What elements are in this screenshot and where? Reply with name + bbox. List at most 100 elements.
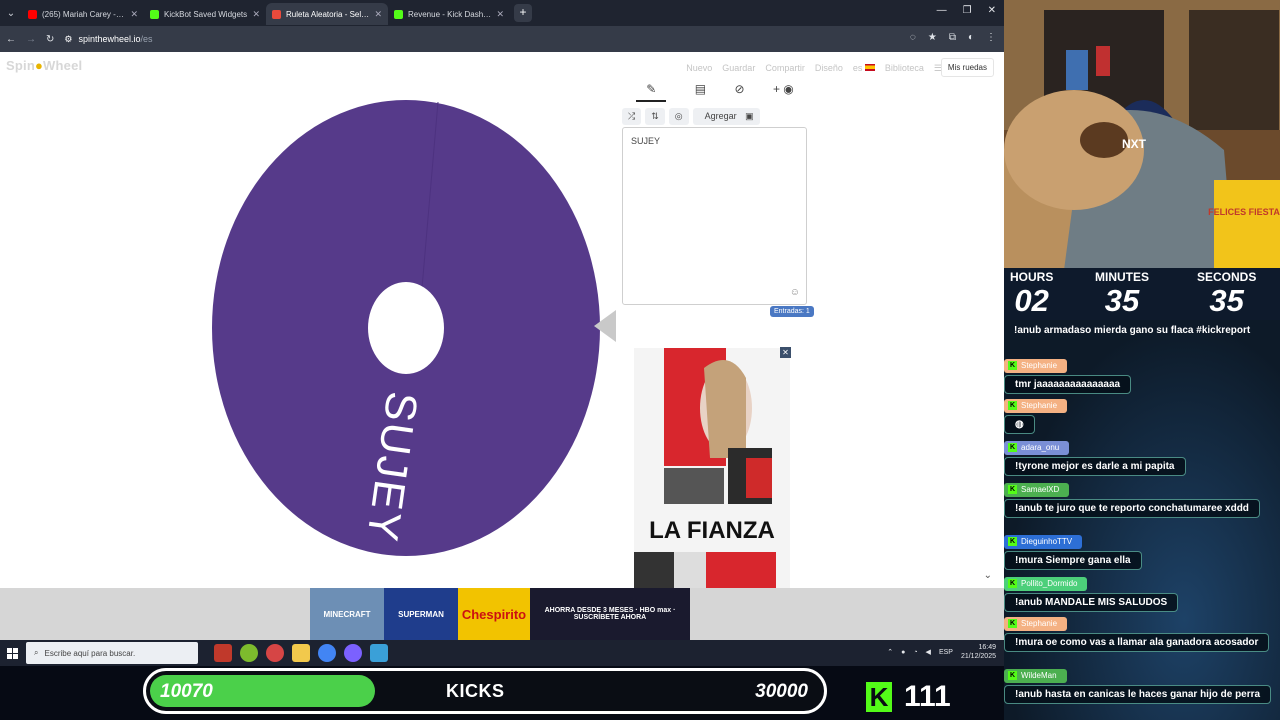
profile-icon[interactable]: ◐ — [968, 32, 974, 43]
close-tab-icon[interactable]: ✕ — [374, 9, 382, 20]
chat-message: Kadara_onu !tyrone mejor es darle a mi p… — [1004, 436, 1276, 476]
chat-text: !anub hasta en canicas le haces ganar hi… — [1004, 684, 1272, 704]
nav-save[interactable]: Guardar — [722, 63, 755, 74]
chat-message: K DieguinhoTTV !mura Siempre gana ella — [1004, 530, 1276, 570]
clock[interactable]: 16:49 21/12/2025 — [961, 643, 996, 661]
chat-username: Pollito_Dormido — [1021, 579, 1078, 588]
sign-text: FELICES FIESTAS — [1208, 207, 1280, 217]
chevron-up-icon[interactable]: ⌃ — [887, 648, 893, 656]
close-tab-icon[interactable]: ✕ — [496, 9, 504, 20]
site-logo[interactable]: Spin●Wheel — [6, 58, 82, 73]
my-wheels-button[interactable]: Mis ruedas — [940, 58, 994, 77]
reload-icon[interactable]: ↻ — [46, 34, 54, 45]
site-info-icon[interactable]: ⚙ — [64, 34, 72, 45]
app-icon[interactable] — [370, 644, 388, 662]
network-icon[interactable]: ◔ — [913, 649, 917, 656]
hide-icon[interactable]: ⊘ — [734, 82, 744, 102]
movie-ad[interactable]: LA FIANZA — [634, 348, 790, 588]
nav-new[interactable]: Nuevo — [686, 63, 712, 74]
kick-favicon-icon — [394, 9, 403, 19]
screen: ⌄ (265) Mariah Carey - All I Want ✕ Kick… — [0, 0, 1280, 720]
chat-message: K WildeMan !anub hasta en canicas le hace… — [1004, 664, 1276, 704]
tab-kickbot[interactable]: KickBot Saved Widgets ✕ — [144, 3, 266, 25]
tab-title: Ruleta Aleatoria - Selector Pers — [286, 9, 370, 19]
language-indicator[interactable]: ESP — [939, 649, 953, 656]
mic-icon[interactable]: ● — [901, 649, 905, 656]
chat-user-badge: K WildeMan — [1004, 668, 1067, 683]
app-icon[interactable] — [344, 644, 362, 662]
restore-icon[interactable]: ❐ — [963, 5, 972, 16]
spin-wheel[interactable]: SUJEY — [210, 98, 602, 558]
eye-off-icon[interactable]: ◌ — [910, 32, 916, 43]
minimize-icon[interactable]: — — [937, 5, 947, 16]
entries-textarea[interactable]: SUJEY ☺ — [622, 127, 807, 305]
wheel-center-hole — [368, 282, 444, 374]
url-field[interactable]: ⚙ spinthewheel.io/es — [64, 34, 152, 45]
extensions-icon[interactable]: ⧉ — [949, 32, 956, 43]
app-icon[interactable] — [214, 644, 232, 662]
timer-seconds: SECONDS 35 — [1197, 270, 1256, 318]
wheel-favicon-icon — [272, 9, 281, 19]
nav-library[interactable]: Biblioteca — [885, 63, 924, 74]
minutes-value: 35 — [1104, 283, 1140, 318]
clipboard-icon[interactable]: ▤ — [695, 82, 706, 102]
tab-revenue[interactable]: Revenue - Kick Dashboard ✕ — [388, 3, 510, 25]
color-add-icon[interactable]: + ◉ — [773, 82, 794, 102]
chat-message: K SamaelXD !anub te juro que te reporto c… — [1004, 478, 1276, 518]
new-tab-button[interactable]: + — [514, 4, 532, 22]
tab-ruleta[interactable]: Ruleta Aleatoria - Selector Pers ✕ — [266, 3, 388, 25]
ad-chespirito[interactable]: Chespirito — [458, 588, 530, 640]
nav-design[interactable]: Diseño — [815, 63, 843, 74]
edit-pencil-icon[interactable]: ✎ — [636, 82, 667, 102]
volume-icon[interactable]: ◀ — [926, 648, 931, 656]
toolbar-icons: ◌ ★ ⧉ ◐ ⋮ — [910, 32, 996, 43]
app-icon[interactable] — [240, 644, 258, 662]
ad-hbomax[interactable]: AHORRA DESDE 3 MESES · HBO max · SUSCRÍB… — [530, 588, 690, 640]
ad-strip[interactable]: MINECRAFT SUPERMAN Chespirito AHORRA DES… — [310, 588, 690, 640]
chrome-icon[interactable] — [318, 644, 336, 662]
ad-close-icon[interactable]: ✕ — [780, 347, 791, 358]
sort-icon[interactable]: ⇅ — [645, 108, 665, 125]
emoji-icon[interactable]: ☺ — [790, 287, 800, 298]
image-icon[interactable]: ◎ — [668, 108, 689, 125]
browser-tab-bar: ⌄ (265) Mariah Carey - All I Want ✕ Kick… — [0, 0, 1004, 26]
ad-superman[interactable]: SUPERMAN — [384, 588, 458, 640]
forward-icon[interactable]: → — [26, 34, 36, 45]
kick-badge-icon: K — [1008, 537, 1017, 546]
close-tab-icon[interactable]: ✕ — [252, 9, 260, 20]
add-button[interactable]: Agregar ▣ — [692, 108, 760, 125]
chat-username: DieguinhoTTV — [1021, 537, 1073, 546]
kicks-goal-bar: 10070 KICKS 30000 — [143, 668, 827, 714]
menu-dots-icon[interactable]: ⋮ — [986, 32, 996, 43]
hours-label: HOURS — [1010, 270, 1054, 284]
chat-text: !anub armadaso mierda gano su flaca #kic… — [1014, 325, 1251, 336]
tab-title: KickBot Saved Widgets — [164, 9, 248, 19]
nav-language[interactable]: es — [853, 63, 875, 74]
chat-text: !anub MANDALE MIS SALUDOS — [1004, 592, 1179, 612]
kicks-current: 10070 — [160, 681, 213, 702]
taskbar-search[interactable]: ⌕ Escribe aquí para buscar. — [26, 642, 198, 664]
folder-icon[interactable] — [292, 644, 310, 662]
shuffle-icon[interactable]: ⤮ — [622, 108, 642, 125]
address-bar: ← → ↻ ⚙ spinthewheel.io/es ◌ ★ ⧉ ◐ ⋮ — [0, 26, 1004, 52]
bookmark-star-icon[interactable]: ★ — [928, 32, 937, 43]
tab-youtube[interactable]: (265) Mariah Carey - All I Want ✕ — [22, 3, 144, 25]
close-window-icon[interactable]: ✕ — [988, 5, 996, 16]
chevron-down-icon[interactable]: ⌄ — [984, 570, 992, 581]
wheel-graphic[interactable]: SUJEY — [210, 98, 602, 558]
app-icon[interactable] — [266, 644, 284, 662]
ad-minecraft[interactable]: MINECRAFT — [310, 588, 384, 640]
close-tab-icon[interactable]: ✕ — [130, 9, 138, 20]
editor-tabs: ✎ ▤ ⊘ + ◉ — [622, 82, 808, 102]
bottom-ad-bar: MINECRAFT SUPERMAN Chespirito AHORRA DES… — [0, 588, 1004, 640]
windows-start-icon[interactable] — [0, 640, 24, 666]
webcam-image: FELICES FIESTAS NXT — [1004, 0, 1280, 270]
nav-share[interactable]: Compartir — [765, 63, 805, 74]
chat-message: K Stephanie tmr jaaaaaaaaaaaaaaa — [1004, 354, 1276, 394]
clock-date: 21/12/2025 — [960, 653, 996, 660]
chat-user-badge: K Stephanie — [1004, 398, 1068, 413]
chat-text: !tyrone mejor es darle a mi papita — [1004, 456, 1186, 476]
add-label: Agregar — [698, 108, 743, 124]
tab-list-icon[interactable]: ⌄ — [0, 8, 22, 19]
back-icon[interactable]: ← — [6, 34, 16, 45]
